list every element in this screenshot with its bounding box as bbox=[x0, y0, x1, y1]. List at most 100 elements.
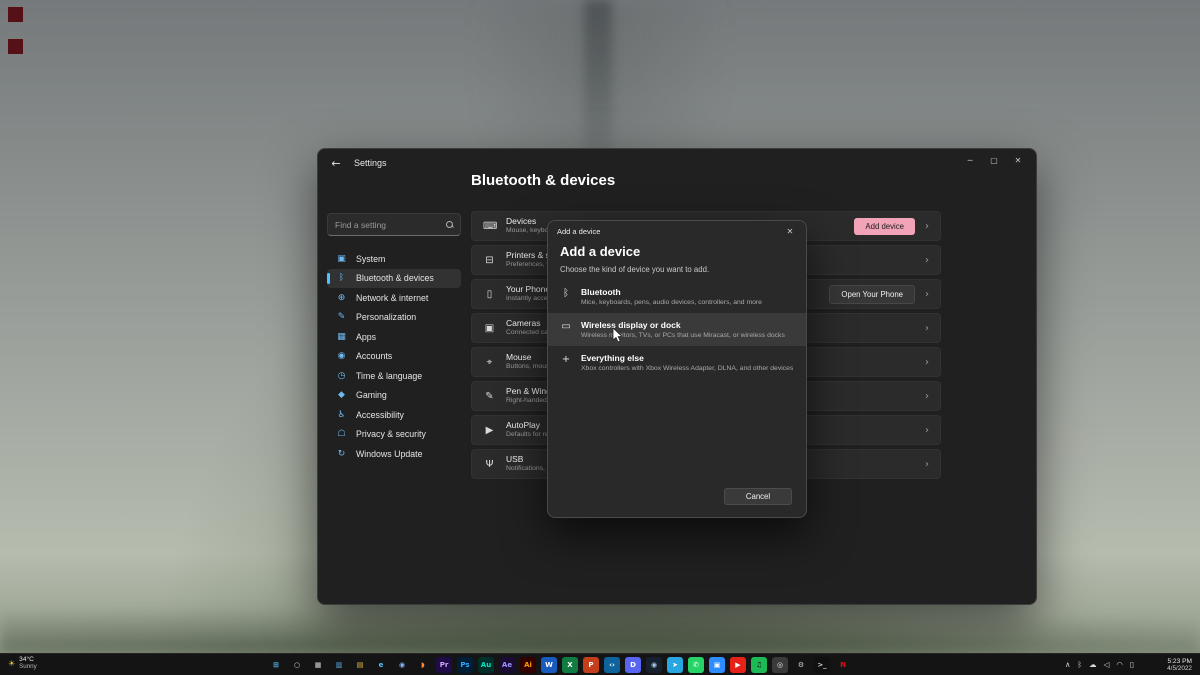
usb-icon: Ψ bbox=[483, 459, 496, 470]
illustrator-icon[interactable]: Ai bbox=[520, 657, 536, 673]
edge-icon[interactable]: e bbox=[373, 657, 389, 673]
sidebar-item-time-language[interactable]: ◷ Time & language bbox=[327, 366, 461, 385]
word-icon[interactable]: W bbox=[541, 657, 557, 673]
search-input[interactable] bbox=[335, 220, 446, 230]
sidebar-item-bluetooth-devices[interactable]: ᛒ Bluetooth & devices bbox=[327, 269, 461, 288]
photoshop-icon[interactable]: Ps bbox=[457, 657, 473, 673]
volume-icon[interactable]: ◁ bbox=[1104, 660, 1110, 669]
accessibility-icon: ♿ bbox=[336, 410, 347, 420]
hidden-icons-icon[interactable]: ∧ bbox=[1065, 660, 1071, 669]
display-icon: ▭ bbox=[560, 321, 572, 332]
audition-icon[interactable]: Au bbox=[478, 657, 494, 673]
netflix-icon[interactable]: N bbox=[835, 657, 851, 673]
option-title: Bluetooth bbox=[581, 287, 762, 297]
chevron-right-icon: › bbox=[925, 425, 929, 436]
mouse-cursor bbox=[612, 327, 623, 343]
bluetooth-icon[interactable]: ᛒ bbox=[1078, 660, 1083, 669]
option-description: Mice, keyboards, pens, audio devices, co… bbox=[581, 299, 762, 306]
search-icon[interactable]: ○ bbox=[289, 657, 305, 673]
maximize-icon[interactable]: ▢ bbox=[982, 151, 1006, 169]
back-icon[interactable]: ← bbox=[328, 157, 344, 170]
open-your-phone-button[interactable]: Open Your Phone bbox=[829, 285, 915, 304]
dialog-close-icon[interactable]: ✕ bbox=[783, 227, 797, 236]
after-effects-icon[interactable]: Ae bbox=[499, 657, 515, 673]
sidebar-item-label: Apps bbox=[356, 332, 376, 342]
sidebar-item-label: Accessibility bbox=[356, 410, 404, 420]
window-title: Settings bbox=[354, 158, 387, 168]
onedrive-icon[interactable]: ☁ bbox=[1089, 660, 1097, 669]
dialog-titlebar-text: Add a device bbox=[557, 227, 600, 236]
zoom-icon[interactable]: ▣ bbox=[709, 657, 725, 673]
option-title: Everything else bbox=[581, 353, 793, 363]
network-icon[interactable]: ◠ bbox=[1116, 660, 1123, 669]
sidebar-item-system[interactable]: ▣ System bbox=[327, 249, 461, 268]
powerpoint-icon[interactable]: P bbox=[583, 657, 599, 673]
whatsapp-icon[interactable]: ✆ bbox=[688, 657, 704, 673]
accounts-icon: ◉ bbox=[336, 351, 347, 361]
sidebar-item-accounts[interactable]: ◉ Accounts bbox=[327, 347, 461, 366]
sidebar-item-apps[interactable]: ▦ Apps bbox=[327, 327, 461, 346]
window-titlebar: ← Settings bbox=[318, 149, 1036, 177]
sidebar-item-windows-update[interactable]: ↻ Windows Update bbox=[327, 444, 461, 463]
dialog-option-bluetooth[interactable]: ᛒ Bluetooth Mice, keyboards, pens, audio… bbox=[548, 280, 806, 313]
desktop-marker-bottom bbox=[8, 39, 23, 54]
start-icon[interactable]: ⊞ bbox=[268, 657, 284, 673]
youtube-icon[interactable]: ▶ bbox=[730, 657, 746, 673]
camera-icon: ▣ bbox=[483, 323, 496, 334]
keyboard-icon: ⌨ bbox=[483, 221, 496, 232]
discord-icon[interactable]: D bbox=[625, 657, 641, 673]
sidebar-item-label: Gaming bbox=[356, 390, 387, 400]
vscode-icon[interactable]: ‹› bbox=[604, 657, 620, 673]
add-device-dialog: Add a device ✕ Add a device Choose the k… bbox=[547, 220, 807, 518]
firefox-icon[interactable]: ◗ bbox=[415, 657, 431, 673]
widgets-icon[interactable]: ▥ bbox=[331, 657, 347, 673]
cancel-button[interactable]: Cancel bbox=[724, 488, 792, 505]
battery-icon[interactable]: ▯ bbox=[1130, 660, 1134, 669]
dialog-titlebar: Add a device ✕ bbox=[548, 221, 806, 240]
window-controls: ─ ▢ ✕ bbox=[958, 151, 1030, 169]
dialog-option-wireless-display[interactable]: ▭ Wireless display or dock Wireless moni… bbox=[548, 313, 806, 346]
autoplay-icon: ▶ bbox=[483, 425, 496, 436]
spotify-icon[interactable]: ♫ bbox=[751, 657, 767, 673]
search-icon bbox=[446, 221, 454, 229]
settings-gear-icon[interactable]: ⚙ bbox=[793, 657, 809, 673]
chrome-icon[interactable]: ◉ bbox=[394, 657, 410, 673]
dialog-options: ᛒ Bluetooth Mice, keyboards, pens, audio… bbox=[548, 280, 806, 379]
dialog-option-everything-else[interactable]: + Everything else Xbox controllers with … bbox=[548, 346, 806, 379]
clock-icon: ◷ bbox=[336, 371, 347, 381]
steam-icon[interactable]: ◉ bbox=[646, 657, 662, 673]
sidebar-item-network-internet[interactable]: ⊕ Network & internet bbox=[327, 288, 461, 307]
minimize-icon[interactable]: ─ bbox=[958, 151, 982, 169]
terminal-icon[interactable]: >_ bbox=[814, 657, 830, 673]
sidebar-item-label: Time & language bbox=[356, 371, 422, 381]
file-explorer-icon[interactable]: ▤ bbox=[352, 657, 368, 673]
obs-icon[interactable]: ◎ bbox=[772, 657, 788, 673]
sidebar-item-personalization[interactable]: ✎ Personalization bbox=[327, 308, 461, 327]
shield-icon: ☖ bbox=[336, 429, 347, 439]
add-device-button[interactable]: Add device bbox=[854, 218, 915, 235]
sidebar-item-privacy-security[interactable]: ☖ Privacy & security bbox=[327, 425, 461, 444]
telegram-icon[interactable]: ➤ bbox=[667, 657, 683, 673]
desktop-marker-top bbox=[8, 7, 23, 22]
excel-icon[interactable]: X bbox=[562, 657, 578, 673]
premiere-icon[interactable]: Pr bbox=[436, 657, 452, 673]
chevron-right-icon: › bbox=[925, 255, 929, 266]
taskbar-clock[interactable]: 5:23 PM 4/5/2022 bbox=[1167, 658, 1192, 672]
bluetooth-icon: ᛒ bbox=[336, 273, 347, 283]
close-icon[interactable]: ✕ bbox=[1006, 151, 1030, 169]
sidebar-item-label: Privacy & security bbox=[356, 429, 426, 439]
option-description: Xbox controllers with Xbox Wireless Adap… bbox=[581, 365, 793, 372]
network-icon: ⊕ bbox=[336, 293, 347, 303]
sidebar-item-label: Accounts bbox=[356, 351, 392, 361]
apps-icon: ▦ bbox=[336, 332, 347, 342]
sidebar-item-label: System bbox=[356, 254, 385, 264]
sidebar-item-accessibility[interactable]: ♿ Accessibility bbox=[327, 405, 461, 424]
settings-search-box[interactable] bbox=[327, 213, 461, 236]
sidebar-item-gaming[interactable]: ◆ Gaming bbox=[327, 386, 461, 405]
gaming-icon: ◆ bbox=[336, 390, 347, 400]
dialog-heading: Add a device bbox=[548, 240, 806, 259]
task-view-icon[interactable]: ▦ bbox=[310, 657, 326, 673]
taskbar-weather-widget[interactable]: ☀ 34°C Sunny bbox=[8, 657, 37, 670]
chevron-right-icon: › bbox=[925, 459, 929, 470]
clock-time: 5:23 PM bbox=[1167, 658, 1192, 665]
